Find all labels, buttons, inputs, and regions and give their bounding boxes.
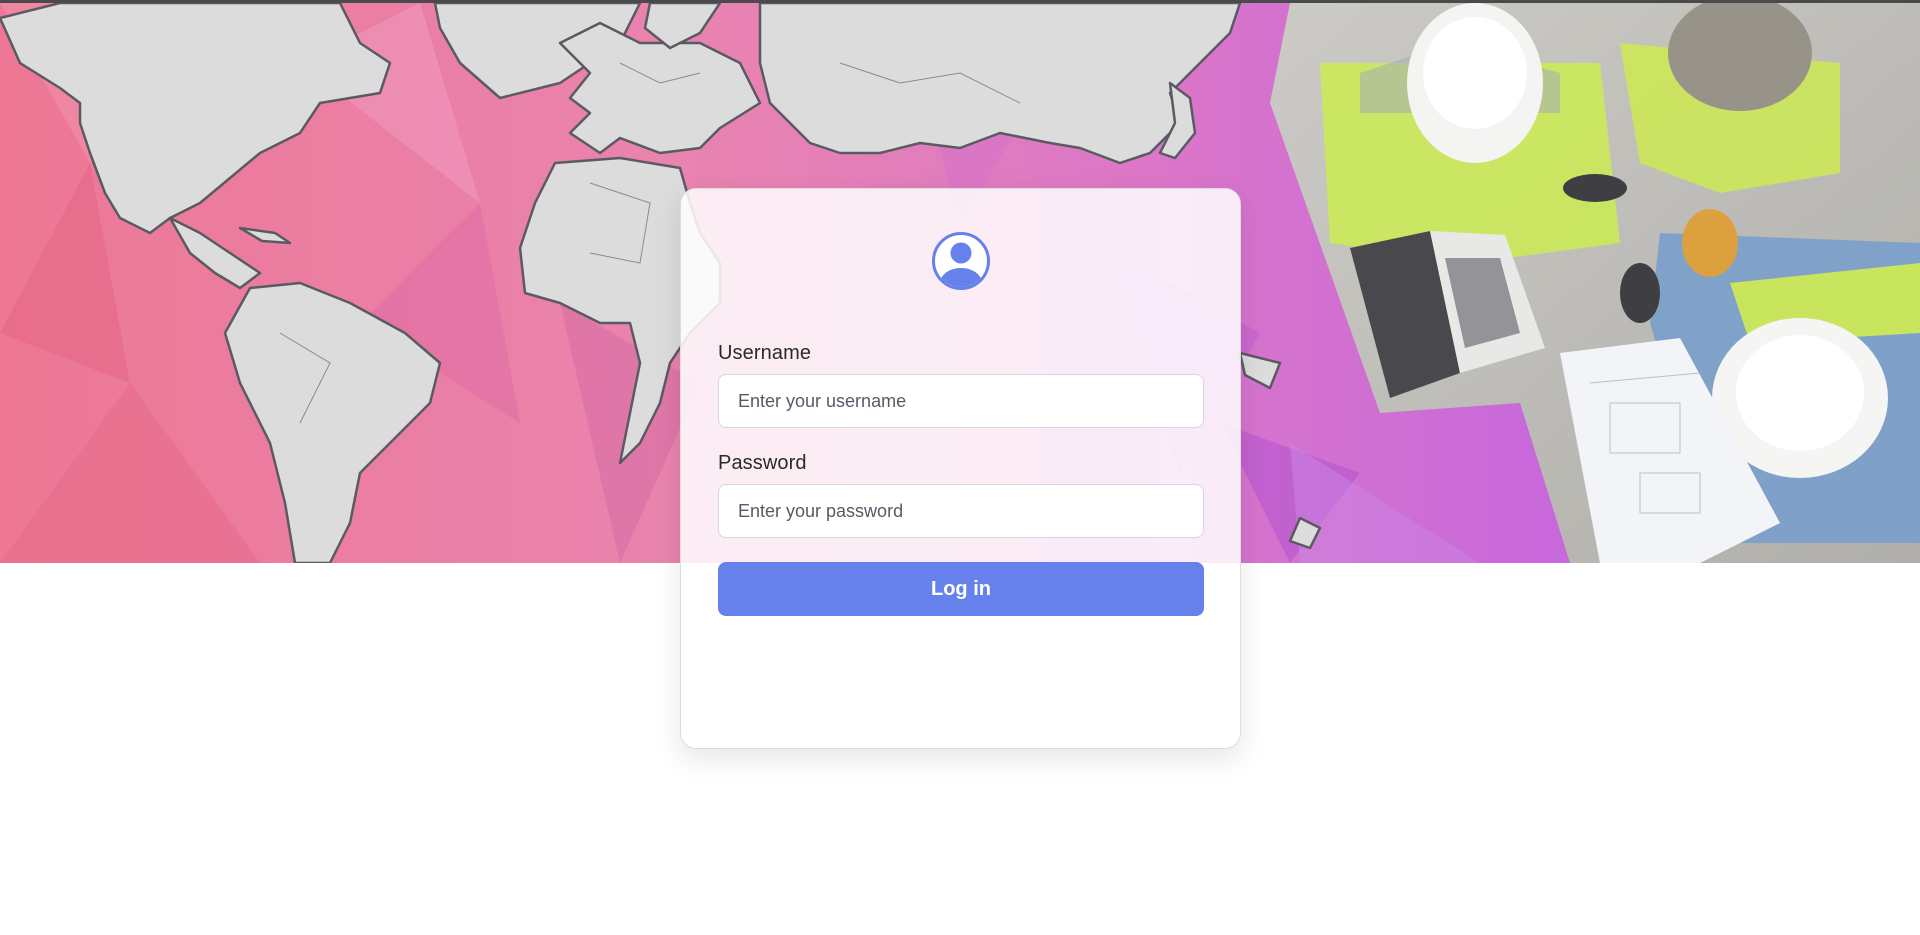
login-button[interactable]: Log in	[718, 562, 1204, 616]
user-circle-icon	[932, 232, 990, 290]
password-input[interactable]	[718, 484, 1204, 538]
login-card: Username Password Log in	[680, 188, 1241, 749]
username-input[interactable]	[718, 374, 1204, 428]
password-label: Password	[718, 452, 807, 474]
username-label: Username	[718, 342, 812, 364]
